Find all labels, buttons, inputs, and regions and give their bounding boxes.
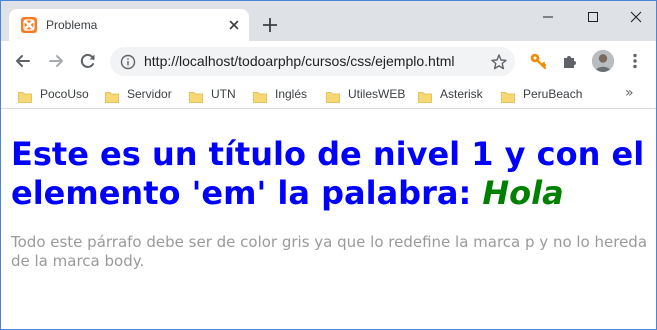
bookmark-label: UtilesWEB xyxy=(348,87,406,101)
browser-toolbar: http://localhost/todoarphp/cursos/css/ej… xyxy=(1,41,656,81)
bookmark-utn[interactable]: UTN xyxy=(189,86,239,104)
page-heading: Este es un título de nivel 1 y con el el… xyxy=(11,135,651,213)
url-text[interactable]: http://localhost/todoarphp/cursos/css/ej… xyxy=(144,53,455,70)
folder-icon xyxy=(253,88,267,103)
star-icon[interactable] xyxy=(490,53,508,71)
folder-icon xyxy=(418,88,432,103)
bookmark-servidor[interactable]: Servidor xyxy=(105,86,180,104)
tab-title: Problema xyxy=(46,18,98,32)
arrow-right-icon[interactable] xyxy=(46,51,66,71)
tab-strip: Problema xyxy=(1,1,656,41)
folder-icon xyxy=(105,88,119,103)
key-icon[interactable] xyxy=(528,51,548,71)
avatar[interactable] xyxy=(592,50,614,72)
bookmark-pocouso[interactable]: PocoUso xyxy=(18,86,93,104)
maximize-icon[interactable] xyxy=(578,7,608,27)
bookmark-label: PeruBeach xyxy=(523,87,583,101)
heading-em-word: Hola xyxy=(482,174,564,212)
address-bar[interactable]: http://localhost/todoarphp/cursos/css/ej… xyxy=(110,47,515,76)
folder-icon xyxy=(18,88,32,103)
xampp-icon xyxy=(21,17,37,33)
bookmark-asterisk[interactable]: Asterisk xyxy=(418,86,488,104)
bookmarks-overflow-button[interactable]: » xyxy=(625,85,641,103)
page-paragraph: Todo este párrafo debe ser de color gris… xyxy=(11,233,648,270)
bookmark-label: Servidor xyxy=(127,87,172,101)
page-content: Este es un título de nivel 1 y con el el… xyxy=(1,110,656,329)
folder-icon xyxy=(189,88,203,103)
bookmark-utilesweb[interactable]: UtilesWEB xyxy=(326,86,406,104)
bookmark-label: Asterisk xyxy=(440,87,483,101)
bookmark-label: Inglés xyxy=(275,87,308,101)
folder-icon xyxy=(326,88,340,103)
tab-problema[interactable]: Problema xyxy=(9,9,249,41)
bookmark-label: UTN xyxy=(211,87,236,101)
bookmark-ingles[interactable]: Inglés xyxy=(253,86,313,104)
bookmark-label: PocoUso xyxy=(40,87,89,101)
bookmark-perubeach[interactable]: PeruBeach xyxy=(501,86,586,104)
puzzle-icon[interactable] xyxy=(560,51,580,71)
browser-window: Problema http://localhost/todoarphp/curs… xyxy=(0,0,657,330)
bookmarks-bar: PocoUso Servidor UTN Inglés UtilesWEB As… xyxy=(1,81,656,109)
close-icon[interactable] xyxy=(226,17,242,33)
arrow-left-icon[interactable] xyxy=(13,51,33,71)
info-icon[interactable] xyxy=(120,54,136,70)
minimize-icon[interactable] xyxy=(533,7,563,27)
folder-icon xyxy=(501,88,515,103)
window-close-icon[interactable] xyxy=(621,7,651,27)
more-vert-icon[interactable] xyxy=(627,51,643,71)
plus-icon[interactable] xyxy=(260,15,280,35)
reload-icon[interactable] xyxy=(78,51,98,71)
